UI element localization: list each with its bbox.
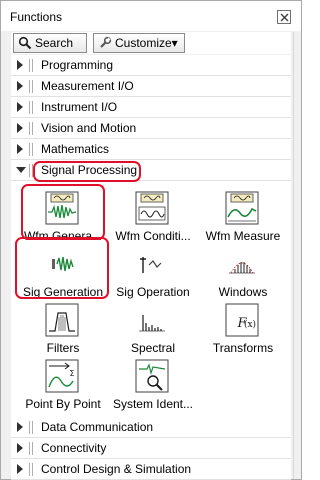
functions-palette: Functions Search Customize▾ Programming … xyxy=(0,0,302,480)
subpalette-item-label: Filters xyxy=(46,341,80,355)
subpalette-item-label: System Ident... xyxy=(112,397,194,411)
expand-arrow-icon xyxy=(17,123,23,133)
grip-icon xyxy=(29,59,33,72)
signal-processing-subpalette: Wfm Genera... Wfm Conditi... Wfm Measure… xyxy=(11,191,291,421)
transforms-icon: F (x) xyxy=(225,303,259,337)
spectral-icon xyxy=(139,315,165,332)
subpalette-item-label: Wfm Conditi... xyxy=(115,229,191,243)
grip-icon xyxy=(29,442,33,455)
expand-arrow-icon xyxy=(17,464,23,474)
subpalette-item-label: Transforms xyxy=(212,341,274,355)
subpalette-item-label: Wfm Genera... xyxy=(23,229,103,243)
category-label: Vision and Motion xyxy=(41,121,137,135)
waveform-generation-icon xyxy=(45,191,79,225)
pin-icon[interactable] xyxy=(277,10,291,24)
subpalette-item-label: Spectral xyxy=(130,341,176,355)
category-data-communication[interactable]: Data Communication xyxy=(11,417,291,438)
category-vision-motion[interactable]: Vision and Motion xyxy=(11,118,291,139)
grip-icon xyxy=(29,143,33,156)
category-signal-processing[interactable]: Signal Processing xyxy=(11,160,291,181)
expand-arrow-icon xyxy=(17,422,23,432)
filters-icon xyxy=(45,303,79,337)
palette-titlebar: Functions xyxy=(1,1,301,31)
grip-icon xyxy=(29,421,33,434)
category-instrument-io[interactable]: Instrument I/O xyxy=(11,97,291,118)
grip-icon xyxy=(29,164,33,177)
category-label: Measurement I/O xyxy=(41,79,134,93)
subpalette-item-point-by-point[interactable]: Σ Point By Point xyxy=(17,359,109,417)
subpalette-item-system-identification[interactable]: System Ident... xyxy=(107,359,199,417)
expand-arrow-icon xyxy=(17,102,23,112)
subpalette-item-signal-generation[interactable]: Sig Generation xyxy=(17,247,109,305)
category-label: Mathematics xyxy=(41,142,110,156)
subpalette-item-signal-operation[interactable]: Sig Operation xyxy=(107,247,199,305)
category-control-design-simulation[interactable]: Control Design & Simulation xyxy=(11,459,291,480)
search-button-label: Search xyxy=(35,36,74,50)
category-label: Connectivity xyxy=(41,441,107,455)
wrench-icon xyxy=(100,36,112,48)
category-mathematics[interactable]: Mathematics xyxy=(11,139,291,160)
system-identification-icon xyxy=(135,359,169,393)
subpalette-item-waveform-measure[interactable]: Wfm Measure xyxy=(197,191,289,249)
customize-button[interactable]: Customize▾ xyxy=(93,33,185,53)
category-list: Programming Measurement I/O Instrument I… xyxy=(11,55,291,480)
palette-title: Functions xyxy=(10,10,63,24)
waveform-measure-icon xyxy=(225,191,259,225)
category-label: Instrument I/O xyxy=(41,100,118,114)
palette-toolbar: Search Customize▾ xyxy=(11,32,291,54)
subpalette-item-waveform-conditioning[interactable]: Wfm Conditi... xyxy=(107,191,199,249)
subpalette-item-label: Wfm Measure xyxy=(205,229,281,243)
expand-arrow-icon xyxy=(17,443,23,453)
category-programming[interactable]: Programming xyxy=(11,55,291,76)
subpalette-item-windows[interactable]: Windows xyxy=(197,247,289,305)
waveform-conditioning-icon xyxy=(135,191,169,225)
category-label: Data Communication xyxy=(41,420,154,434)
subpalette-item-transforms[interactable]: F (x) Transforms xyxy=(197,303,289,361)
expand-arrow-icon xyxy=(17,81,23,91)
signal-operation-icon xyxy=(140,257,162,273)
svg-text:(x): (x) xyxy=(244,319,256,330)
collapse-arrow-icon xyxy=(16,167,26,173)
subpalette-item-waveform-generation[interactable]: Wfm Genera... xyxy=(17,191,109,249)
category-label: Signal Processing xyxy=(41,163,138,177)
grip-icon xyxy=(29,122,33,135)
category-connectivity[interactable]: Connectivity xyxy=(11,438,291,459)
category-label: Programming xyxy=(41,58,114,72)
point-by-point-icon: Σ xyxy=(45,359,79,393)
subpalette-item-label: Point By Point xyxy=(25,397,101,411)
scrollbar[interactable] xyxy=(293,32,301,479)
category-label: Control Design & Simulation xyxy=(41,462,192,476)
grip-icon xyxy=(29,80,33,93)
windows-icon xyxy=(229,262,255,274)
search-button[interactable]: Search xyxy=(13,33,87,53)
svg-text:Σ: Σ xyxy=(69,369,74,378)
customize-button-label: Customize▾ xyxy=(115,36,178,50)
subpalette-item-label: Windows xyxy=(218,285,268,299)
grip-icon xyxy=(29,463,33,476)
grip-icon xyxy=(29,101,33,114)
subpalette-item-spectral[interactable]: Spectral xyxy=(107,303,199,361)
subpalette-item-label: Sig Generation xyxy=(22,285,104,299)
signal-generation-icon xyxy=(45,247,79,281)
expand-arrow-icon xyxy=(17,144,23,154)
subpalette-item-filters[interactable]: Filters xyxy=(17,303,109,361)
search-icon xyxy=(18,36,32,50)
category-measurement-io[interactable]: Measurement I/O xyxy=(11,76,291,97)
subpalette-item-label: Sig Operation xyxy=(116,285,190,299)
expand-arrow-icon xyxy=(17,60,23,70)
